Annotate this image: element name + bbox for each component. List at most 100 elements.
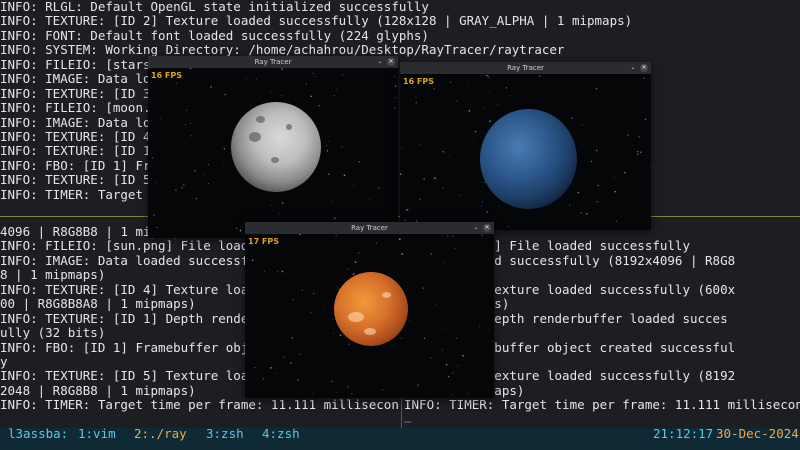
terminal-line: INFO: FONT: Default font loaded successf… — [0, 27, 429, 43]
close-icon[interactable]: ✕ — [387, 58, 395, 66]
star — [347, 386, 349, 388]
star — [207, 132, 208, 133]
star — [505, 87, 507, 89]
star — [442, 187, 444, 189]
star — [474, 130, 477, 133]
window-title: Ray Tracer — [351, 224, 388, 232]
star — [175, 189, 177, 191]
tmux-status-bar: l3assba: 1:vim 2:./ray 3:zsh 4:zsh 21:12… — [0, 427, 800, 450]
star — [449, 156, 450, 158]
star — [312, 393, 314, 395]
star — [297, 392, 298, 394]
star — [424, 241, 426, 242]
star — [625, 93, 627, 94]
star — [413, 391, 415, 393]
star — [292, 298, 294, 301]
star — [184, 124, 186, 126]
star — [291, 336, 294, 339]
star — [435, 304, 437, 306]
star — [354, 261, 357, 263]
ray-tracer-window-mars[interactable]: Ray Tracer ⌄ ✕ 17 FPS — [245, 222, 494, 398]
close-icon[interactable]: ✕ — [640, 64, 648, 72]
star — [638, 135, 640, 138]
tmux-window-tab[interactable]: 3:zsh — [206, 427, 244, 440]
star — [381, 389, 384, 391]
star — [343, 74, 345, 76]
star — [417, 384, 420, 386]
star — [422, 287, 425, 289]
star — [153, 214, 155, 216]
star — [328, 140, 329, 142]
star — [331, 200, 333, 202]
star — [318, 104, 320, 107]
star — [640, 151, 642, 153]
terminal-line: INFO: RLGL: Default OpenGL state initial… — [0, 0, 429, 14]
window-titlebar[interactable]: Ray Tracer ⌄ ✕ — [400, 62, 651, 74]
fps-counter: 17 FPS — [248, 237, 280, 246]
star — [429, 392, 431, 394]
star — [486, 211, 488, 213]
star — [330, 380, 333, 383]
star — [279, 212, 281, 215]
render-canvas[interactable]: 16 FPS — [400, 74, 651, 230]
earth-planet — [480, 109, 577, 209]
star — [498, 205, 500, 207]
star — [462, 355, 464, 357]
star — [382, 89, 384, 91]
star — [488, 91, 490, 93]
star — [596, 149, 598, 152]
star — [415, 96, 417, 98]
star — [481, 200, 483, 202]
window-titlebar[interactable]: Ray Tracer ⌄ ✕ — [245, 222, 494, 234]
chevron-down-icon[interactable]: ⌄ — [376, 58, 384, 66]
star — [343, 174, 346, 177]
tmux-window-tab[interactable]: 2:./ray — [134, 427, 187, 440]
window-title: Ray Tracer — [507, 64, 544, 72]
chevron-down-icon[interactable]: ⌄ — [472, 224, 480, 232]
star — [354, 369, 356, 371]
star — [324, 307, 326, 309]
ray-tracer-window-earth[interactable]: Ray Tracer ⌄ ✕ 16 FPS — [400, 62, 651, 230]
star — [451, 394, 453, 396]
star — [636, 150, 639, 153]
tmux-window-tab[interactable]: 4:zsh — [262, 427, 300, 440]
star — [219, 217, 221, 219]
star — [400, 337, 403, 339]
star — [481, 325, 483, 327]
tmux-window-tab[interactable]: 1:vim — [78, 427, 116, 440]
star — [394, 97, 396, 99]
star — [254, 366, 256, 369]
star — [281, 68, 283, 70]
star — [376, 242, 378, 244]
terminal-line: INFO: SYSTEM: Working Directory: /home/a… — [0, 42, 565, 58]
star — [260, 95, 262, 97]
close-icon[interactable]: ✕ — [483, 224, 491, 232]
star — [181, 187, 183, 189]
fps-counter: 16 FPS — [151, 71, 183, 80]
render-canvas[interactable]: 16 FPS — [148, 68, 398, 238]
star — [483, 107, 485, 110]
window-titlebar[interactable]: Ray Tracer ⌄ ✕ — [148, 56, 398, 68]
star — [650, 167, 651, 168]
star — [224, 93, 226, 96]
star — [468, 84, 470, 85]
star — [333, 95, 335, 97]
star — [274, 373, 276, 374]
star — [305, 83, 307, 85]
render-canvas[interactable]: 17 FPS — [245, 234, 494, 398]
star — [447, 375, 450, 378]
star — [456, 100, 458, 102]
star — [585, 213, 588, 215]
window-title: Ray Tracer — [254, 58, 292, 66]
star — [351, 393, 353, 395]
chevron-down-icon[interactable]: ⌄ — [629, 64, 637, 72]
terminal-line: INFO: TEXTURE: [ID 2] Texture loaded suc… — [0, 13, 633, 29]
star — [486, 74, 488, 77]
ray-tracer-window-moon[interactable]: Ray Tracer ⌄ ✕ 16 FPS — [148, 56, 398, 238]
star — [325, 145, 327, 147]
star — [492, 341, 494, 343]
star — [334, 217, 336, 219]
star — [590, 160, 593, 163]
star — [454, 247, 456, 250]
star — [615, 220, 617, 222]
